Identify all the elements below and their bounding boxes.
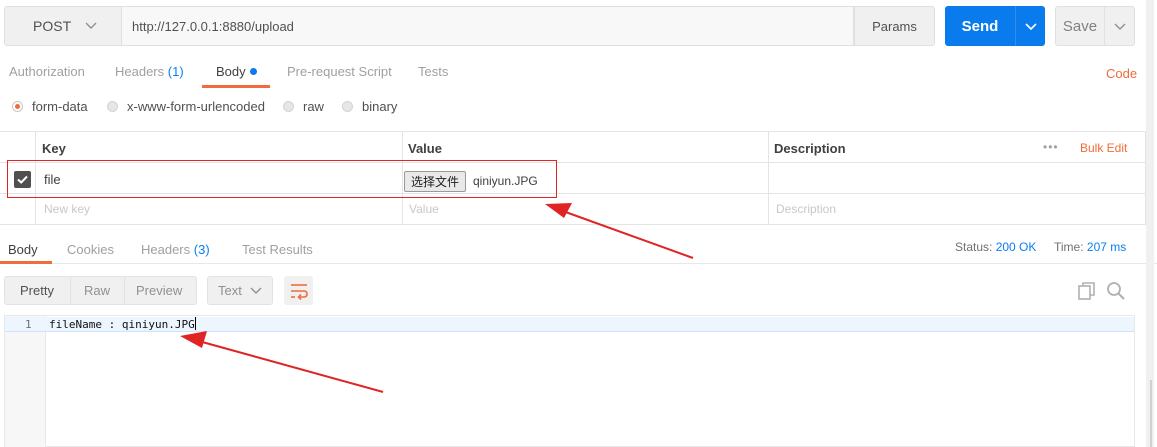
tab-body[interactable]: Body xyxy=(216,64,257,79)
params-button[interactable]: Params xyxy=(854,6,935,46)
radio-urlencoded[interactable]: x-www-form-urlencoded xyxy=(107,99,265,114)
tab-headers[interactable]: Headers (1) xyxy=(115,64,184,79)
bulk-edit-link[interactable]: Bulk Edit xyxy=(1080,141,1127,155)
chevron-down-icon xyxy=(85,22,97,29)
headers-count: (1) xyxy=(167,64,184,79)
scrollbar-thumb[interactable] xyxy=(1150,380,1152,447)
tab-authorization[interactable]: Authorization xyxy=(9,64,85,79)
resp-tab-body[interactable]: Body xyxy=(8,242,38,257)
method-label: POST xyxy=(33,18,72,34)
tab-tests[interactable]: Tests xyxy=(418,64,448,79)
radio-binary[interactable]: binary xyxy=(342,99,397,114)
time-readout: Time: 207 ms xyxy=(1054,240,1126,254)
body-indicator-dot xyxy=(249,68,257,75)
raw-button[interactable]: Raw xyxy=(84,283,110,298)
chevron-down-icon xyxy=(1024,23,1037,31)
chevron-down-icon xyxy=(1114,23,1125,30)
new-description-input[interactable]: Description xyxy=(776,202,836,216)
radio-circle xyxy=(342,101,353,112)
resp-tab-headers[interactable]: Headers (3) xyxy=(141,242,210,257)
code-line-text: fileName : qiniyun.JPG xyxy=(49,318,195,331)
tab-body-label: Body xyxy=(216,64,246,79)
search-icon[interactable] xyxy=(1106,281,1126,304)
new-value-input[interactable]: Value xyxy=(409,202,439,216)
code-link[interactable]: Code xyxy=(1106,66,1137,81)
line-number: 1 xyxy=(25,318,32,331)
status-readout: Status: 200 OK xyxy=(955,240,1036,254)
time-value: 207 ms xyxy=(1086,240,1127,254)
save-options-button[interactable] xyxy=(1105,6,1135,46)
radio-circle xyxy=(12,101,23,112)
radio-form-data-label: form-data xyxy=(32,99,88,114)
resp-tab-test-results[interactable]: Test Results xyxy=(242,242,313,257)
format-label: Text xyxy=(218,283,242,298)
radio-form-data[interactable]: form-data xyxy=(12,99,88,114)
copy-icon[interactable] xyxy=(1077,281,1097,304)
table-header-row: Key Value Description ••• Bulk Edit xyxy=(0,132,1146,163)
save-button[interactable]: Save xyxy=(1055,6,1105,46)
url-input[interactable]: http://127.0.0.1:8880/upload xyxy=(122,6,854,46)
line-number-gutter xyxy=(5,316,46,447)
code-line: fileName : qiniyun.JPG xyxy=(49,317,196,332)
active-tab-underline xyxy=(202,85,270,88)
new-key-input[interactable]: New key xyxy=(44,202,90,216)
active-tab-underline xyxy=(0,261,52,264)
table-row-new: New key Value Description xyxy=(0,194,1146,225)
method-select[interactable]: POST xyxy=(4,6,122,46)
radio-raw[interactable]: raw xyxy=(283,99,324,114)
header-description: Description xyxy=(774,141,846,156)
request-tabs: Authorization Headers (1) Body Pre-reque… xyxy=(0,60,1157,88)
chevron-down-icon xyxy=(250,287,262,294)
resp-tab-headers-label: Headers xyxy=(141,242,191,257)
radio-urlencoded-label: x-www-form-urlencoded xyxy=(127,99,265,114)
params-label: Params xyxy=(872,18,917,34)
format-select[interactable]: Text xyxy=(207,276,273,305)
url-text: http://127.0.0.1:8880/upload xyxy=(132,18,294,34)
time-label: Time: xyxy=(1054,240,1084,254)
tab-headers-label: Headers xyxy=(115,64,165,79)
response-tabs: Body Cookies Headers (3) Test Results St… xyxy=(0,238,1157,264)
radio-circle xyxy=(107,101,118,112)
send-button[interactable]: Send xyxy=(945,6,1015,46)
radio-binary-label: binary xyxy=(362,99,398,114)
resp-tab-cookies[interactable]: Cookies xyxy=(67,242,114,257)
response-body-editor[interactable]: 1 fileName : qiniyun.JPG xyxy=(4,315,1135,447)
preview-button[interactable]: Preview xyxy=(136,283,182,298)
resp-headers-count: (3) xyxy=(193,242,210,257)
divider xyxy=(124,277,125,304)
wrap-lines-icon xyxy=(290,283,308,300)
save-label: Save xyxy=(1062,17,1098,35)
status-label: Status: xyxy=(955,240,993,254)
send-label: Send xyxy=(961,17,999,35)
wrap-lines-button[interactable] xyxy=(284,276,313,305)
annotation-highlight-box xyxy=(7,160,557,198)
tab-prerequest-script[interactable]: Pre-request Script xyxy=(287,64,392,79)
radio-raw-label: raw xyxy=(303,99,324,114)
pretty-button[interactable]: Pretty xyxy=(20,283,54,298)
divider xyxy=(70,277,71,304)
radio-circle xyxy=(283,101,294,112)
view-mode-group: Pretty Raw Preview xyxy=(4,276,197,305)
header-value: Value xyxy=(408,141,442,156)
text-cursor xyxy=(194,317,196,330)
header-key: Key xyxy=(42,141,66,156)
send-options-button[interactable] xyxy=(1015,6,1045,46)
status-value: 200 OK xyxy=(995,240,1037,254)
more-options-icon[interactable]: ••• xyxy=(1043,140,1059,154)
